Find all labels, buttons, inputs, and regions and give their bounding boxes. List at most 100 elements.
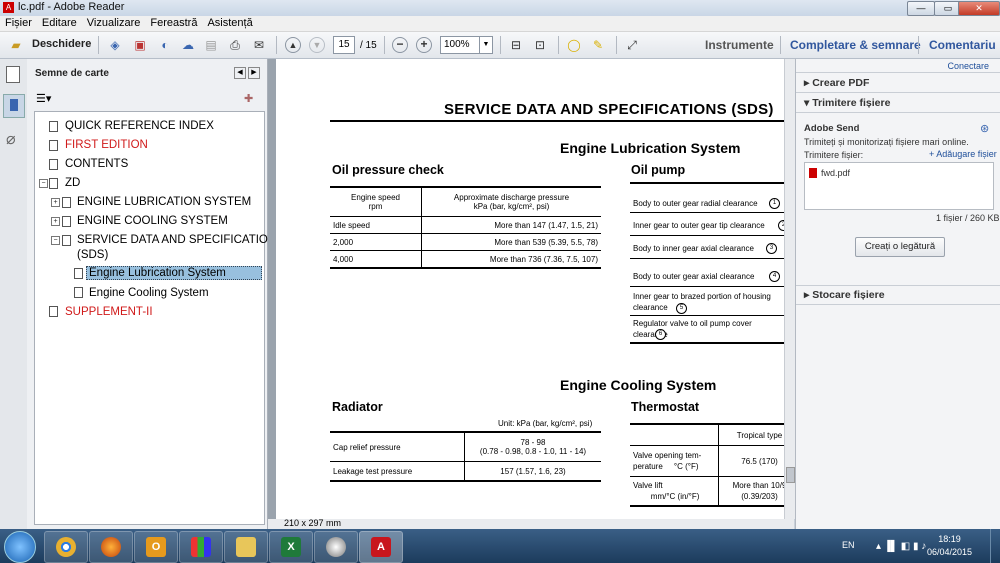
bookmark-sds[interactable]: SERVICE DATA AND SPECIFICATIONS <box>77 234 284 246</box>
create-link-button[interactable]: Creați o legătură <box>855 237 945 257</box>
taskbar-outlook[interactable]: O <box>134 531 178 563</box>
collapse-panel-icon[interactable]: ◀ <box>234 67 246 79</box>
system-clock[interactable]: 18:19 06/04/2015 <box>927 533 972 559</box>
print-icon[interactable]: ⎙ <box>227 37 243 53</box>
share-icon[interactable]: ◐ <box>157 37 173 53</box>
edit-pdf-icon[interactable]: ▣ <box>132 37 148 53</box>
bookmark-sds-cooling[interactable]: Engine Cooling System <box>89 287 209 299</box>
comment-icon[interactable]: ◯ <box>566 37 582 53</box>
menu-view[interactable]: Vizualizare <box>82 16 146 30</box>
bookmark-zd[interactable]: ZD <box>65 177 80 189</box>
menu-edit[interactable]: Editare <box>37 16 82 30</box>
comment-tab[interactable]: Comentariu <box>929 38 996 52</box>
thermostat-value-extra: (0.39/203) <box>741 492 778 501</box>
bookmark-sds-lubrication[interactable]: Engine Lubrication System <box>86 266 262 280</box>
create-pdf-section[interactable]: ▸ Creare PDF <box>804 77 869 89</box>
taskbar-media[interactable] <box>314 531 358 563</box>
collapse-icon[interactable]: − <box>39 179 48 188</box>
fit-page-icon[interactable]: ⊟ <box>508 37 524 53</box>
taskbar-adobe-reader[interactable]: A <box>359 531 403 563</box>
open-button[interactable]: Deschidere <box>32 38 91 50</box>
start-button[interactable] <box>4 531 36 563</box>
thermostat-unit: °C (°F) <box>673 462 699 471</box>
excel-icon: X <box>281 537 301 557</box>
taskbar-app[interactable] <box>179 531 223 563</box>
bookmark-page-icon <box>49 121 58 132</box>
menu-window[interactable]: Fereastră <box>145 16 202 30</box>
storage-section[interactable]: ▸ Stocare fișiere <box>804 289 885 301</box>
bookmark-page-icon <box>49 306 58 317</box>
lubrication-title: Engine Lubrication System <box>560 140 741 156</box>
table-cell: More than 736 (7.36, 7.5, 107) <box>421 250 601 269</box>
table-cell: More than 539 (5.39, 5.5, 78) <box>421 233 601 251</box>
fit-width-icon[interactable]: ⊡ <box>532 37 548 53</box>
menu-file[interactable]: Fișier <box>0 16 37 30</box>
file-name[interactable]: fwd.pdf <box>821 168 850 178</box>
close-button[interactable]: ✕ <box>958 1 1000 16</box>
email-icon[interactable]: ✉ <box>251 37 267 53</box>
table-cell: More than 147 (1.47, 1.5, 21) <box>421 216 601 234</box>
bookmarks-icon[interactable] <box>3 94 25 118</box>
expand-panel-icon[interactable]: ▶ <box>248 67 260 79</box>
thermostat-label: Valve lift <box>633 481 663 490</box>
bookmark-options-icon[interactable]: ☰▾ <box>36 92 51 105</box>
bookmarks-title: Semne de carte <box>35 68 109 79</box>
taskbar-excel[interactable]: X <box>269 531 313 563</box>
show-desktop-button[interactable] <box>990 529 1000 563</box>
attachments-icon[interactable]: ⌀ <box>6 129 16 149</box>
save-icon[interactable]: ▤ <box>203 37 219 53</box>
file-list[interactable]: fwd.pdf <box>804 162 994 210</box>
taskbar-firefox[interactable] <box>89 531 133 563</box>
bookmark-supplement[interactable]: SUPPLEMENT-II <box>65 306 153 318</box>
next-page-icon[interactable]: ▼ <box>309 37 325 53</box>
bookmark-page-icon <box>49 178 58 189</box>
bookmark-engine-cooling[interactable]: ENGINE COOLING SYSTEM <box>77 215 228 227</box>
language-indicator[interactable]: EN <box>842 540 855 550</box>
bookmarks-panel: Semne de carte ◀ ▶ ☰▾ ✚ QUICK REFERENCE … <box>27 59 284 529</box>
bookmark-contents[interactable]: CONTENTS <box>65 158 128 170</box>
minimize-button[interactable]: — <box>907 1 935 16</box>
zoom-in-icon[interactable]: + <box>416 37 432 53</box>
expand-icon[interactable]: + <box>51 198 60 207</box>
highlight-icon[interactable]: ✎ <box>590 37 606 53</box>
expand-icon[interactable]: + <box>51 217 60 226</box>
zoom-out-icon[interactable]: − <box>392 37 408 53</box>
sds-header: SERVICE DATA AND SPECIFICATIONS (SDS) <box>444 101 774 118</box>
send-files-label: Trimitere fișiere <box>812 97 891 109</box>
thermostat-value: More than 10/9 <box>732 481 784 490</box>
previous-page-icon[interactable]: ▲ <box>285 37 301 53</box>
create-pdf-icon[interactable]: ◈ <box>107 37 123 53</box>
upload-cloud-icon[interactable]: ☁ <box>180 37 196 53</box>
outlook-icon: O <box>146 537 166 557</box>
bookmark-engine-lubrication[interactable]: ENGINE LUBRICATION SYSTEM <box>77 196 251 208</box>
document-viewport[interactable]: SERVICE DATA AND SPECIFICATIONS (SDS) En… <box>268 59 795 529</box>
document-scrollbar[interactable] <box>784 59 795 519</box>
bookmark-quick-reference[interactable]: QUICK REFERENCE INDEX <box>65 120 214 132</box>
chrome-icon <box>56 537 76 557</box>
oil-pressure-header-speed: Engine speed <box>351 193 400 202</box>
menu-help[interactable]: Asistență <box>202 16 257 30</box>
thermostat-unit: mm/°C (in/°F) <box>650 492 700 501</box>
taskbar-chrome[interactable] <box>44 531 88 563</box>
fill-sign-tab[interactable]: Completare & semnare <box>790 38 921 52</box>
open-folder-icon[interactable]: ▰ <box>8 37 24 53</box>
oil-pressure-table: Engine speed rpm Approximate discharge pr… <box>330 186 601 269</box>
page-thumbnails-icon[interactable] <box>6 66 20 83</box>
adobe-reader-icon: A <box>3 2 14 13</box>
tools-tab[interactable]: Instrumente <box>705 38 774 52</box>
bookmark-sds-cont[interactable]: (SDS) <box>77 249 108 261</box>
zoom-dropdown-icon[interactable]: ▼ <box>479 36 493 54</box>
send-files-section[interactable]: ▾ Trimitere fișiere <box>804 97 890 109</box>
header-rule <box>330 120 784 122</box>
fullscreen-icon[interactable]: ⤢ <box>624 37 640 53</box>
tray-icons[interactable]: ▴ ▐▌ ◧ ▮ ♪ <box>876 541 926 552</box>
zoom-input[interactable]: 100% <box>440 36 481 54</box>
collapse-icon[interactable]: − <box>51 236 60 245</box>
new-bookmark-icon[interactable]: ✚ <box>244 92 253 105</box>
taskbar-explorer[interactable] <box>224 531 268 563</box>
oil-pressure-title: Oil pressure check <box>332 163 444 177</box>
connect-link[interactable]: Conectare <box>947 61 989 71</box>
page-number-input[interactable]: 15 <box>333 36 355 54</box>
bookmark-first-edition[interactable]: FIRST EDITION <box>65 139 148 151</box>
add-file-link[interactable]: + Adăugare fișier <box>929 149 997 159</box>
